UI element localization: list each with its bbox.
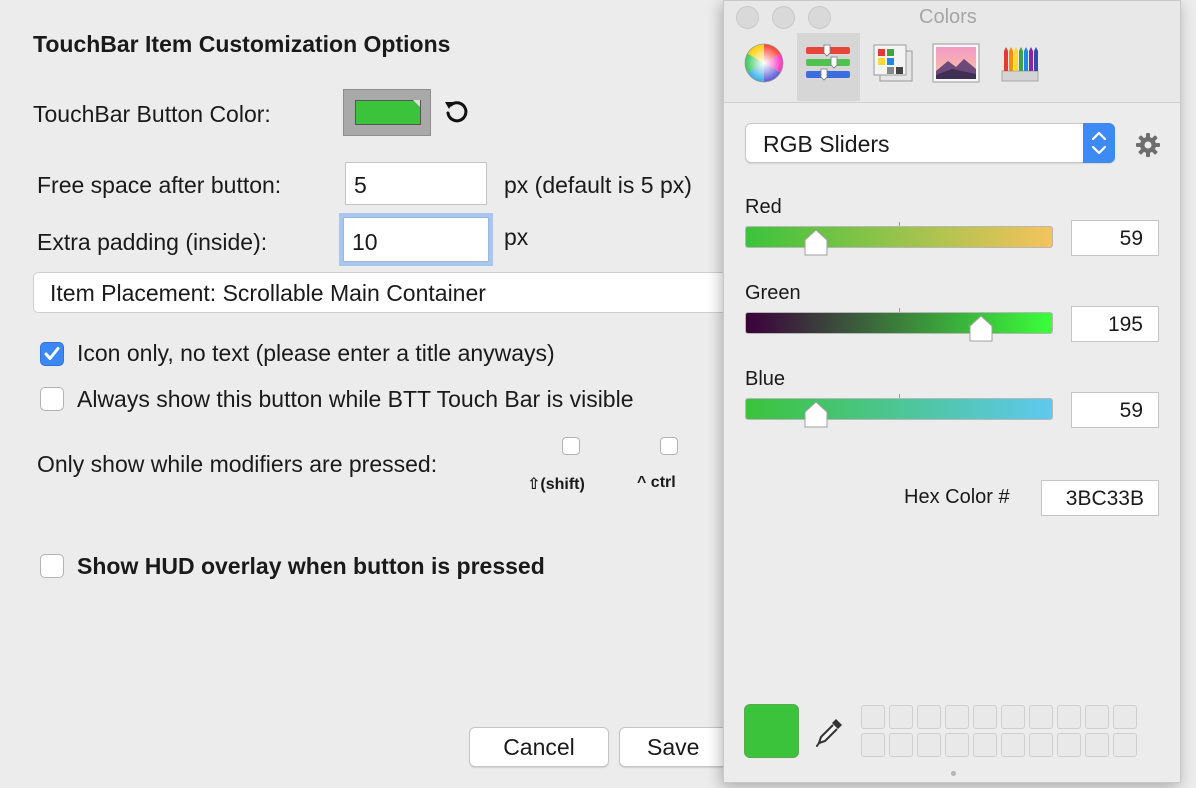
shift-modifier-checkbox[interactable] [562,437,580,455]
green-slider-label: Green [745,282,801,304]
red-slider-thumb[interactable] [803,229,829,257]
color-well-corner [413,100,420,107]
always-show-label: Always show this button while BTT Touch … [77,386,634,412]
checkmark-icon [44,347,60,360]
free-space-unit: px (default is 5 px) [504,172,692,198]
red-slider-label: Red [745,196,782,218]
ctrl-modifier-checkbox[interactable] [660,437,678,455]
empty-swatch-cell[interactable] [861,733,885,757]
button-color-well[interactable] [343,89,431,136]
extra-padding-unit: px [504,224,529,250]
save-button[interactable]: Save [619,727,739,767]
empty-swatch-cell[interactable] [917,705,941,729]
blue-value-input[interactable]: 59 [1071,392,1159,428]
dropdown-stepper [1083,123,1115,163]
blue-slider-midtick [899,394,900,398]
zoom-window-button[interactable] [808,6,831,29]
blue-slider-track[interactable] [745,398,1053,420]
image-palettes-icon[interactable] [932,43,980,83]
colors-panel-title: Colors [919,6,977,28]
empty-swatch-cell[interactable] [1057,733,1081,757]
empty-swatch-cell[interactable] [917,733,941,757]
eyedropper-icon[interactable] [814,715,846,751]
pencils-icon[interactable] [1000,43,1040,83]
icon-only-label: Icon only, no text (please enter a title… [77,340,555,366]
empty-swatch-cell[interactable] [861,705,885,729]
cancel-button[interactable]: Cancel [469,727,609,767]
hex-color-label: Hex Color # [904,486,1010,508]
updown-chevron-icon [1091,131,1107,155]
item-placement-popup[interactable]: Item Placement: Scrollable Main Containe… [33,272,753,313]
empty-swatch-cell[interactable] [1113,733,1137,757]
red-slider-track[interactable] [745,226,1053,248]
color-mode-value: RGB Sliders [763,131,890,157]
color-wheel-icon[interactable] [744,43,784,83]
empty-swatch-cell[interactable] [945,733,969,757]
empty-swatch-cell[interactable] [1057,705,1081,729]
free-space-label: Free space after button: [37,172,282,198]
empty-swatch-cell[interactable] [1085,705,1109,729]
blue-slider-label: Blue [745,368,786,390]
close-window-button[interactable] [736,6,759,29]
show-hud-checkbox[interactable] [40,554,64,578]
show-hud-label: Show HUD overlay when button is pressed [77,553,545,579]
free-space-input[interactable]: 5 [345,162,487,205]
empty-swatch-cell[interactable] [945,705,969,729]
green-slider-track[interactable] [745,312,1053,334]
resize-handle-dot [951,771,956,776]
green-slider-thumb[interactable] [968,315,994,343]
current-color-swatch[interactable] [744,704,799,758]
green-value-input[interactable]: 195 [1071,306,1159,342]
modifiers-label: Only show while modifiers are pressed: [37,451,438,477]
hex-color-input[interactable]: 3BC33B [1041,480,1159,516]
empty-swatch-cell[interactable] [1001,733,1025,757]
empty-swatch-cell[interactable] [889,705,913,729]
button-color-label: TouchBar Button Color: [33,101,271,127]
empty-swatch-cell[interactable] [1001,705,1025,729]
ctrl-modifier-label: ^ ctrl [637,474,676,491]
empty-swatch-cell[interactable] [1029,733,1053,757]
blue-slider-thumb[interactable] [803,401,829,429]
color-mode-dropdown[interactable]: RGB Sliders [745,123,1115,163]
empty-swatch-cell[interactable] [889,733,913,757]
button-color-swatch [355,100,421,125]
red-value-input[interactable]: 59 [1071,220,1159,256]
green-slider-midtick [899,308,900,312]
colors-panel: Colors RGB Sliders Red 59 Green 195 Blue… [723,0,1181,783]
empty-swatch-cell[interactable] [1029,705,1053,729]
empty-swatch-cell[interactable] [1085,733,1109,757]
empty-swatch-cell[interactable] [1113,705,1137,729]
gear-icon[interactable] [1135,132,1161,158]
red-slider-midtick [899,222,900,226]
always-show-checkbox[interactable] [40,387,64,411]
empty-swatch-cell[interactable] [973,705,997,729]
minimize-window-button[interactable] [772,6,795,29]
reset-color-icon[interactable] [442,98,472,126]
empty-swatch-cell[interactable] [973,733,997,757]
icon-only-checkbox[interactable] [40,342,64,366]
extra-padding-label: Extra padding (inside): [37,229,268,255]
shift-modifier-label: ⇧(shift) [527,476,585,493]
color-palettes-icon[interactable] [872,43,914,83]
color-sliders-icon[interactable] [804,43,852,83]
extra-padding-input[interactable]: 10 [343,217,489,262]
section-title: TouchBar Item Customization Options [33,31,451,57]
